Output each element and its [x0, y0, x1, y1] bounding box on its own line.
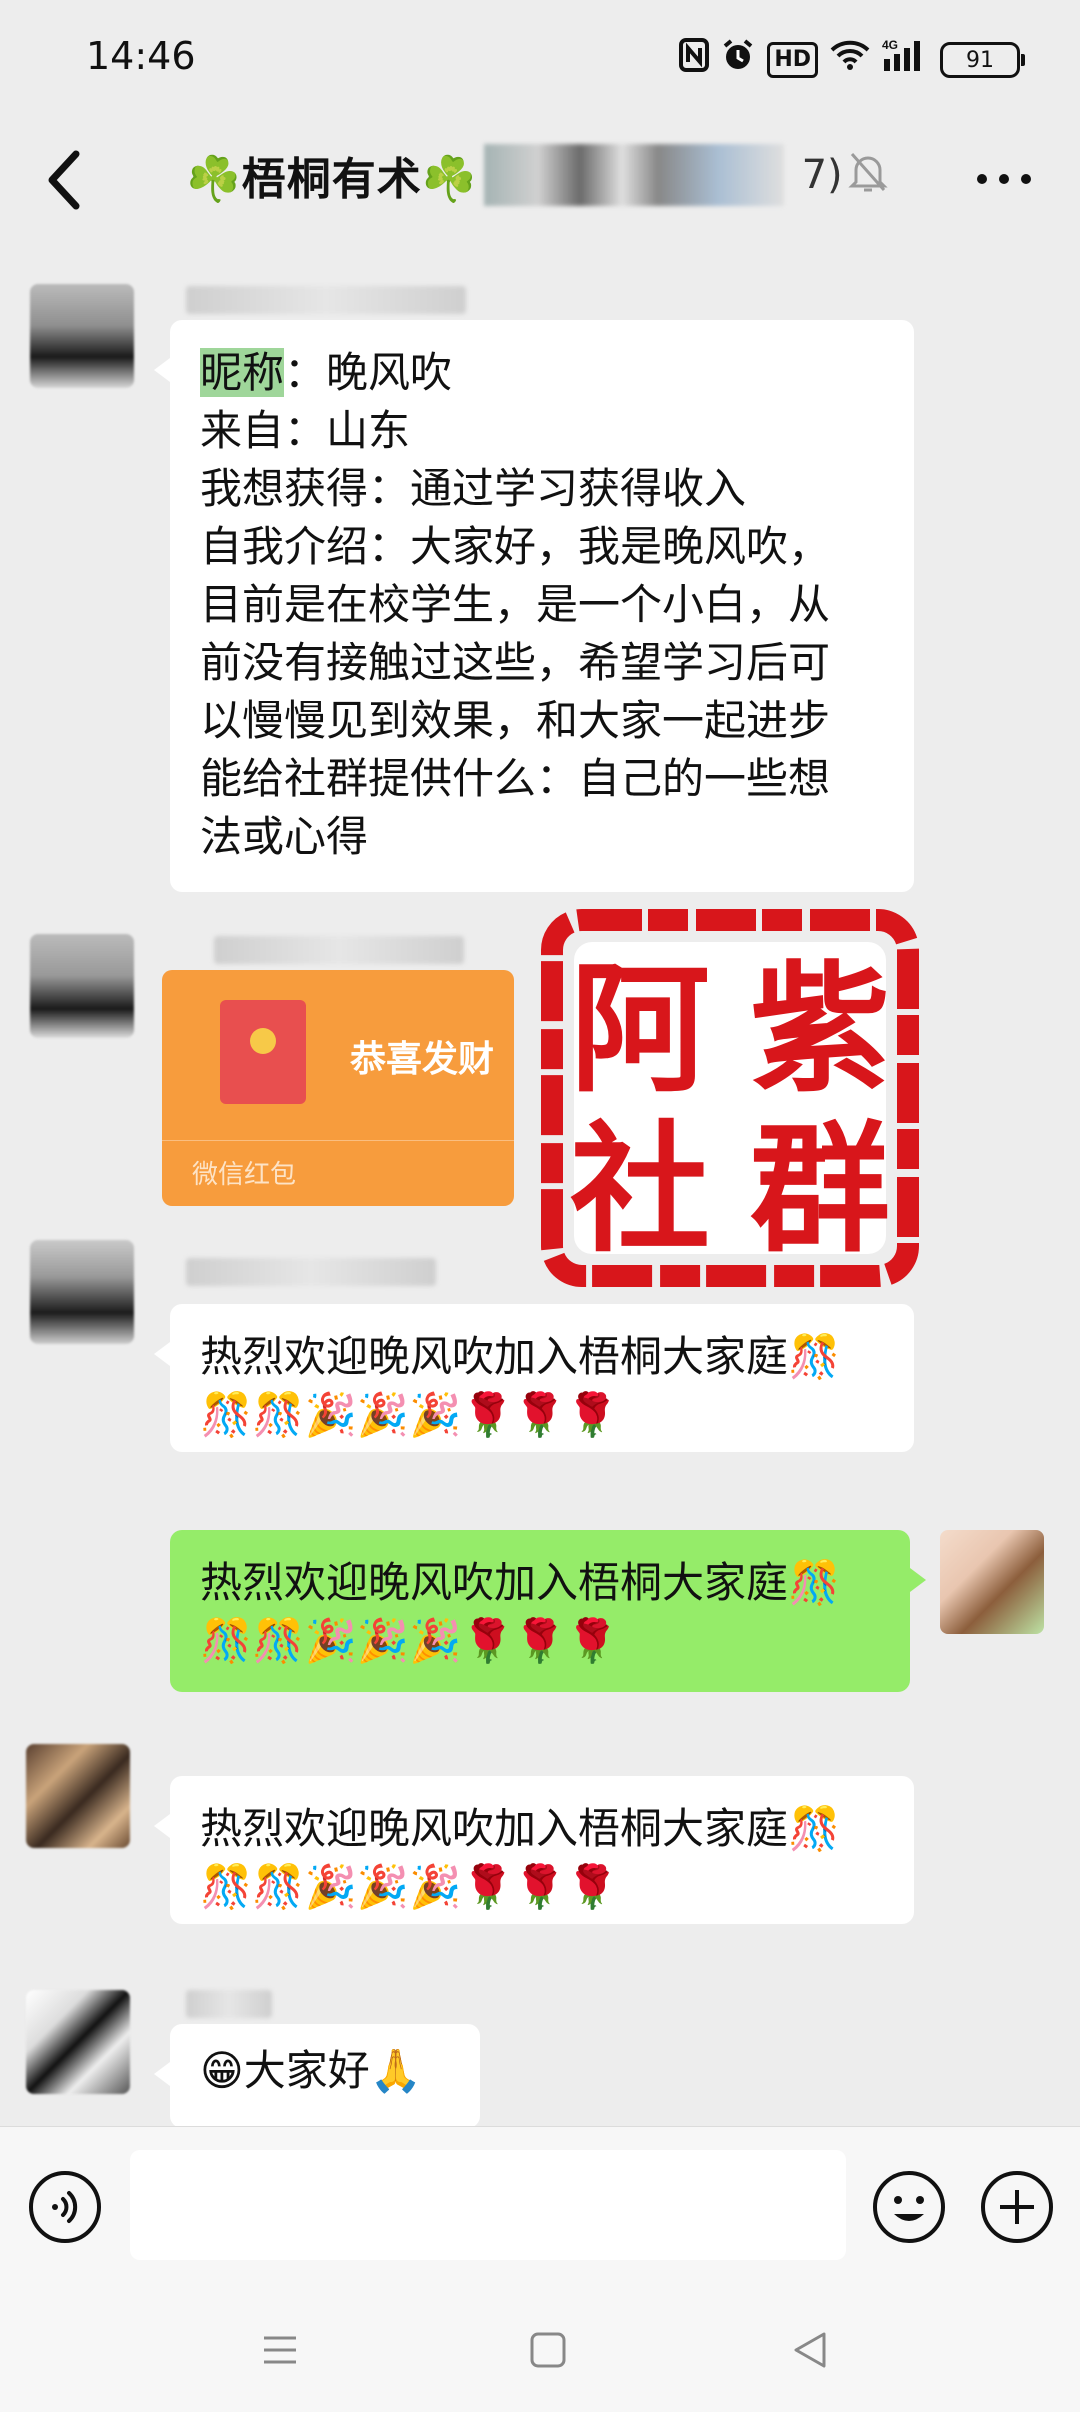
- welcome-message-bubble[interactable]: 热烈欢迎晚风吹加入梧桐大家庭🎊 🎊🎊🎉🎉🎉🌹🌹🌹: [154, 1304, 914, 1452]
- blurred-sender-name: [186, 286, 466, 314]
- divider: [162, 1140, 514, 1141]
- avatar[interactable]: [26, 1744, 130, 1848]
- hd-icon: HD: [767, 42, 818, 78]
- blurred-sender-name: [214, 936, 464, 964]
- message-line: 法或心得: [200, 812, 369, 861]
- voice-input-icon[interactable]: [28, 2170, 102, 2244]
- status-icons: HD 4G 91: [679, 37, 1025, 84]
- welcome-message-bubble[interactable]: 热烈欢迎晚风吹加入梧桐大家庭🎊 🎊🎊🎉🎉🎉🌹🌹🌹: [154, 1776, 914, 1924]
- message-input[interactable]: [130, 2150, 846, 2260]
- avatar[interactable]: [30, 284, 134, 388]
- own-message-bubble[interactable]: 热烈欢迎晚风吹加入梧桐大家庭🎊 🎊🎊🎉🎉🎉🌹🌹🌹: [170, 1530, 926, 1692]
- red-envelope-icon: [220, 1000, 306, 1104]
- watermark-char: 社: [570, 1109, 710, 1272]
- message-line: 前没有接触过这些，希望学习后可: [200, 638, 831, 687]
- message-line: 昵称：晚风吹: [200, 348, 453, 397]
- message-line: 自我介绍：大家好，我是晚风吹，: [200, 522, 831, 571]
- red-packet-title: 恭喜发财: [350, 1039, 495, 1080]
- blurred-title-part: [483, 144, 784, 206]
- back-triangle-icon[interactable]: [792, 2330, 828, 2370]
- highlighted-text: 昵称: [200, 348, 285, 397]
- alarm-icon: [721, 38, 755, 83]
- recent-apps-icon[interactable]: [262, 2330, 298, 2370]
- plus-icon[interactable]: [980, 2170, 1054, 2244]
- avatar[interactable]: [30, 934, 134, 1038]
- member-count: 7): [801, 152, 843, 198]
- watermark-seal: 阿 紫 社 群: [540, 908, 920, 1288]
- blurred-sender-name: [186, 1990, 272, 2018]
- mute-bell-icon: [848, 150, 888, 194]
- yuan-coin-icon: [250, 1028, 276, 1054]
- watermark-char: 阿: [570, 949, 710, 1112]
- emoji-line: 🎊🎊🎉🎉🎉🌹🌹🌹: [200, 1390, 619, 1439]
- status-time: 14:46: [86, 34, 196, 78]
- home-icon[interactable]: [530, 2330, 566, 2370]
- message-line: 我想获得：通过学习获得收入: [200, 464, 747, 513]
- message-line: 热烈欢迎晚风吹加入梧桐大家庭🎊: [200, 1804, 841, 1853]
- watermark-char: 群: [750, 1109, 890, 1272]
- greeting-message-bubble[interactable]: 😁大家好🙏: [154, 2024, 480, 2126]
- message-line: 来自：山东: [200, 406, 411, 455]
- emoji-line: 🎊🎊🎉🎉🎉🌹🌹🌹: [200, 1862, 619, 1911]
- blurred-sender-name: [186, 1258, 436, 1286]
- svg-text:4G: 4G: [882, 38, 898, 52]
- chat-message-list[interactable]: 昵称：晚风吹 来自：山东 我想获得：通过学习获得收入 自我介绍：大家好，我是晚风…: [0, 240, 1080, 2126]
- intro-message-bubble[interactable]: 昵称：晚风吹 来自：山东 我想获得：通过学习获得收入 自我介绍：大家好，我是晚风…: [154, 320, 914, 892]
- red-packet-card[interactable]: 恭喜发财 微信红包: [162, 970, 514, 1206]
- avatar[interactable]: [26, 1990, 130, 2094]
- message-line: 热烈欢迎晚风吹加入梧桐大家庭🎊: [200, 1558, 841, 1607]
- message-line: 目前是在校学生，是一个小白，从: [200, 580, 831, 629]
- red-packet-label: 微信红包: [192, 1160, 297, 1190]
- watermark-char: 紫: [750, 949, 890, 1112]
- battery-indicator: 91: [940, 42, 1025, 78]
- message-line: 以慢慢见到效果，和大家一起进步: [200, 696, 831, 745]
- own-avatar[interactable]: [940, 1530, 1044, 1634]
- chat-title[interactable]: ☘️梧桐有术☘️ 7): [186, 140, 843, 210]
- back-arrow-icon[interactable]: [40, 148, 90, 212]
- emoji-smiley-icon[interactable]: [872, 2170, 946, 2244]
- message-line: 热烈欢迎晚风吹加入梧桐大家庭🎊: [200, 1332, 841, 1381]
- cellular-signal-icon: 4G: [882, 37, 928, 84]
- more-options-icon[interactable]: [976, 170, 1032, 184]
- emoji-line: 🎊🎊🎉🎉🎉🌹🌹🌹: [200, 1616, 619, 1665]
- nfc-icon: [679, 37, 710, 83]
- wifi-icon: [830, 38, 870, 82]
- group-name: ☘️梧桐有术☘️: [186, 154, 478, 205]
- message-line: 能给社群提供什么：自己的一些想: [200, 754, 831, 803]
- message-line: 😁大家好🙏: [200, 2046, 423, 2095]
- avatar[interactable]: [30, 1240, 134, 1344]
